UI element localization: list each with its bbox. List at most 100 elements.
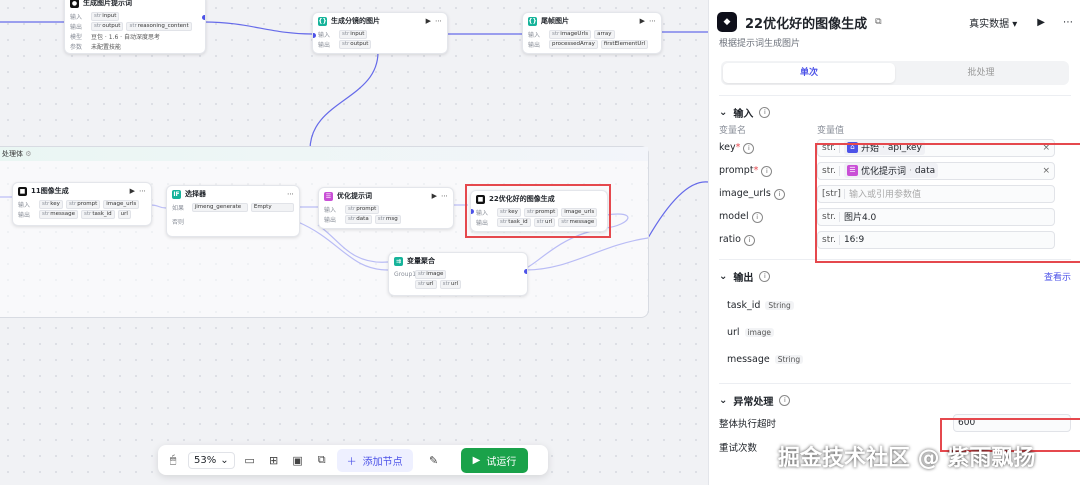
run-icon[interactable]: ▶ xyxy=(1037,17,1045,28)
branch-icon: IF xyxy=(172,189,181,199)
more-icon[interactable]: ⋯ xyxy=(1063,17,1073,28)
row-label: 输出 xyxy=(318,41,331,49)
input-name: model i xyxy=(719,211,817,223)
chevron-down-icon: ⌄ xyxy=(220,454,229,466)
row-label: 否则 xyxy=(172,218,185,226)
model-value: 豆包 · 1.6 · 自动深度思考 xyxy=(91,33,160,41)
node-input-row: 输入 strimageUrls array xyxy=(523,29,661,39)
info-icon: i xyxy=(759,270,771,282)
node-title: 生成分镜的图片 xyxy=(331,17,380,25)
node-variable-merge[interactable]: ⇉ 变量聚合 Group1 strimage strurl strurl xyxy=(388,252,528,296)
minimap-icon[interactable]: ▣ xyxy=(289,451,307,469)
mouse-mode-icon[interactable]: 🖱 xyxy=(164,451,182,469)
layout-icon[interactable]: ⊞ xyxy=(265,451,283,469)
tag: image_urls xyxy=(103,199,140,209)
col-value: 变量值 xyxy=(817,125,845,136)
condition-row: 如果 jimeng_generate Empty xyxy=(167,202,299,212)
highlight-box-inputs xyxy=(815,143,1080,263)
plugin-logo-icon: ◆ xyxy=(717,12,737,32)
comment-icon[interactable]: ▭ xyxy=(241,451,259,469)
canvas-toolbar: 🖱 53% ⌄ ▭ ⊞ ▣ ⧉ ＋ 添加节点 ✎ ▶ 试运行 xyxy=(158,445,548,475)
more-icon[interactable]: ⋯ xyxy=(441,192,448,200)
run-node-icon[interactable]: ▶ xyxy=(130,187,135,195)
tag: strkey xyxy=(39,199,63,209)
run-node-icon[interactable]: ▶ xyxy=(426,17,431,25)
run-node-icon[interactable]: ▶ xyxy=(432,192,437,200)
node-input-row: 输入 strinput xyxy=(65,11,205,21)
node-output-row: 输出 strmessage strtask_id url xyxy=(13,209,151,219)
tag: strimage xyxy=(415,269,447,279)
node-input-row: 输入 strinput xyxy=(313,29,447,39)
info-icon: i xyxy=(759,106,771,118)
merge-icon: ⇉ xyxy=(394,256,403,266)
node-image-gen-11[interactable]: ■ 11图像生成 ▶ ⋯ 输入 strkey strprompt image_urls… xyxy=(12,182,152,226)
node-header: {} 生成分镜的图片 ▶ ⋯ xyxy=(313,13,447,29)
settings-icon: ⚙ xyxy=(25,150,32,158)
view-example-link[interactable]: 查看示 xyxy=(1044,270,1071,283)
output-message: message String xyxy=(709,346,1080,373)
plugin-icon: ■ xyxy=(18,186,27,196)
tool-icon[interactable]: ✎ xyxy=(425,451,443,469)
panel-title: 22优化好的图像生成 xyxy=(745,16,868,32)
tag: strinput xyxy=(339,29,368,39)
node-output-row: 输出 stroutput strreasoning_content xyxy=(65,21,205,31)
input-name: image_urls i xyxy=(719,188,817,200)
exception-section-header[interactable]: ⌄ 异常处理 i xyxy=(709,390,1080,410)
tag: strreasoning_content xyxy=(126,21,192,31)
node-tail-image[interactable]: {} 尾帧图片 ▶ ⋯ 输入 strimageUrls array 输出 proces… xyxy=(522,12,662,54)
node-generate-prompt[interactable]: ● 生成图片提示词 输入 strinput 输出 stroutput strreaso… xyxy=(64,0,206,54)
tag: strimageUrls xyxy=(549,29,592,39)
watermark: 掘金技术社区 @ 紫雨飘扬 xyxy=(778,446,1036,471)
row-label: 输入 xyxy=(528,31,541,39)
section-title: 输入 xyxy=(733,108,754,120)
node-header: ● 生成图片提示词 xyxy=(65,0,205,11)
data-mode-dropdown[interactable]: 真实数据 ▾ xyxy=(969,15,1017,30)
run-node-icon[interactable]: ▶ xyxy=(640,17,645,25)
node-title: 选择器 xyxy=(185,190,206,198)
group-row: strurl strurl xyxy=(389,279,527,289)
test-run-button[interactable]: ▶ 试运行 xyxy=(460,447,529,473)
group-header: 处理体 ⚙ xyxy=(0,147,648,161)
zoom-select[interactable]: 53% ⌄ xyxy=(188,451,235,469)
tag: url xyxy=(117,209,131,219)
output-port[interactable] xyxy=(202,15,205,20)
input-section-header[interactable]: ⌄ 输入 i xyxy=(709,102,1080,122)
output-type: image xyxy=(744,328,774,337)
tag: strmessage xyxy=(39,209,79,219)
node-selector[interactable]: IF 选择器 ⋯ 如果 jimeng_generate Empty 否则 xyxy=(166,185,300,237)
more-icon[interactable]: ⋯ xyxy=(287,190,294,198)
output-port[interactable] xyxy=(524,269,527,274)
copy-icon[interactable]: ⧉ xyxy=(875,17,881,27)
more-icon[interactable]: ⋯ xyxy=(649,17,656,25)
tab-single[interactable]: 单次 xyxy=(723,63,895,83)
more-icon[interactable]: ⋯ xyxy=(435,17,442,25)
fit-view-icon[interactable]: ⧉ xyxy=(313,451,331,469)
output-type: String xyxy=(765,301,794,310)
node-input-row: 输入 strprompt xyxy=(319,204,453,214)
group-title: 处理体 xyxy=(2,150,23,158)
output-section-header[interactable]: ⌄ 输出 i 查看示 xyxy=(709,266,1080,286)
info-icon: i xyxy=(773,188,785,200)
group-row: Group1 strimage xyxy=(389,269,527,279)
tag: strprompt xyxy=(65,199,101,209)
test-run-label: 试运行 xyxy=(486,456,517,468)
node-model-row: 模型 豆包 · 1.6 · 自动深度思考 xyxy=(65,31,205,41)
chevron-down-icon: ⌄ xyxy=(719,270,728,282)
row-label: Group1 xyxy=(394,270,417,278)
node-optimize-prompt[interactable]: ☰ 优化提示词 ▶ ⋯ 输入 strprompt 输出 strdata strmsg xyxy=(318,187,454,229)
tag: array xyxy=(594,29,615,39)
more-icon[interactable]: ⋯ xyxy=(139,187,146,195)
node-title: 尾帧图片 xyxy=(541,17,569,25)
add-node-button[interactable]: ＋ 添加节点 xyxy=(336,448,413,472)
tag: strtask_id xyxy=(81,209,115,219)
row-label: 如果 xyxy=(172,204,185,212)
node-split-images[interactable]: {} 生成分镜的图片 ▶ ⋯ 输入 strinput 输出 stroutput xyxy=(312,12,448,54)
add-node-label: 添加节点 xyxy=(362,456,403,468)
tag: processedArray xyxy=(549,39,598,49)
input-columns: 变量名 变量值 xyxy=(709,122,1080,136)
tab-batch[interactable]: 批处理 xyxy=(895,63,1067,83)
divider xyxy=(719,383,1071,384)
tag: strurl xyxy=(415,279,437,289)
input-name: ratio i xyxy=(719,234,817,246)
row-label: 输出 xyxy=(70,23,83,31)
